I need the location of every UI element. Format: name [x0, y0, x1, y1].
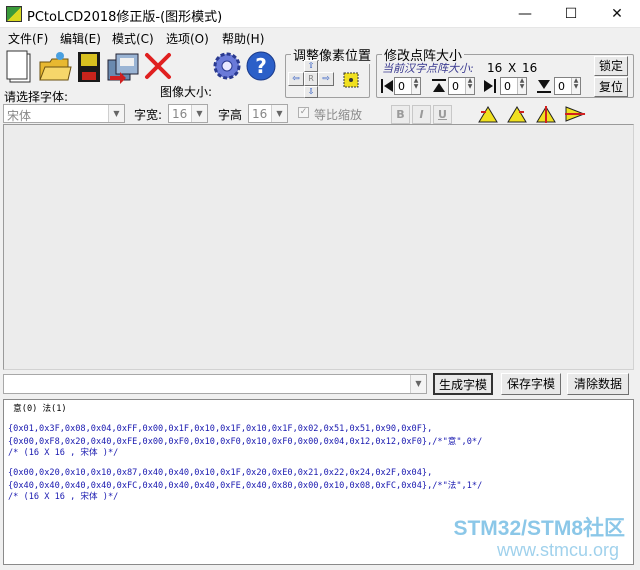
output-line: {0x00,0x20,0x10,0x10,0x87,0x40,0x40,0x10… — [8, 468, 433, 478]
menu-file[interactable]: 文件(F) — [8, 30, 48, 47]
matrix-size-width: 16 — [487, 61, 503, 75]
shrink-right-icon[interactable] — [483, 78, 497, 94]
char-width-label: 字宽: — [134, 108, 163, 122]
spin-bottom-arrows[interactable]: ▲ ▼ — [571, 78, 580, 94]
menu-mode[interactable]: 模式(C) — [112, 30, 154, 47]
output-textarea[interactable]: 意(0) 法(1) {0x01,0x3F,0x08,0x04,0xFF,0x00… — [3, 399, 634, 565]
shrink-left-icon[interactable] — [380, 78, 394, 94]
menu-edit[interactable]: 编辑(E) — [60, 30, 101, 47]
move-left-button[interactable]: ⇦ — [288, 72, 304, 86]
delete-x-icon[interactable] — [144, 52, 174, 84]
maximize-button[interactable]: ☐ — [548, 0, 594, 28]
spin-top-value: 0 — [452, 80, 459, 93]
flip-vertical-icon[interactable] — [564, 104, 586, 124]
direction-pad: ⇧ ⇦ R ⇨ ⇩ — [288, 60, 334, 98]
chevron-down-icon[interactable]: ▼ — [191, 105, 207, 122]
bold-button[interactable]: B — [391, 105, 410, 124]
clear-data-button[interactable]: 清除数据 — [567, 373, 629, 395]
save-as-icon[interactable] — [106, 50, 139, 84]
char-height-label: 字高 — [218, 108, 243, 122]
output-line: 意(0) 法(1) — [8, 404, 67, 414]
spin-top-arrows[interactable]: ▲ ▼ — [465, 78, 474, 94]
output-line: /* (16 X 16 , 宋体 )*/ — [8, 448, 119, 458]
rotate-left-icon[interactable] — [477, 104, 499, 124]
matrix-size-height: 16 — [522, 61, 538, 75]
flip-horizontal-icon[interactable] — [535, 104, 557, 124]
move-right-button[interactable]: ⇨ — [318, 72, 334, 86]
current-size-label: 当前汉字点阵大小: — [382, 62, 474, 75]
image-size-label: 图像大小: — [160, 85, 213, 99]
spin-top[interactable]: 0 ▲ ▼ — [448, 77, 475, 95]
char-width-value: 16 — [172, 107, 188, 121]
spin-left[interactable]: 0 ▲ ▼ — [394, 77, 421, 95]
svg-text:?: ? — [255, 54, 267, 78]
move-up-button[interactable]: ⇧ — [304, 60, 318, 72]
output-line: {0x01,0x3F,0x08,0x04,0xFF,0x00,0x1F,0x10… — [8, 424, 433, 434]
text-input-combo[interactable]: ▼ — [3, 374, 427, 394]
spin-bottom[interactable]: 0 ▲ ▼ — [554, 77, 581, 95]
help-question-icon[interactable]: ? — [245, 50, 276, 82]
chevron-down-icon[interactable]: ▼ — [108, 105, 124, 122]
menu-options[interactable]: 选项(O) — [166, 30, 209, 47]
minimize-button[interactable]: — — [502, 0, 548, 28]
center-r-button[interactable]: R — [304, 72, 318, 86]
select-region-icon[interactable] — [340, 70, 362, 90]
watermark-brand: STM32/STM8社区 — [453, 517, 625, 540]
select-font-label: 请选择字体: — [4, 90, 69, 104]
proportional-scale-label: 等比缩放 — [314, 108, 363, 122]
shrink-top-icon[interactable] — [431, 78, 447, 94]
gear-settings-icon[interactable] — [211, 50, 241, 82]
lock-button[interactable]: 锁定 — [594, 56, 628, 76]
spin-right-arrows[interactable]: ▲ ▼ — [517, 78, 526, 94]
font-combo[interactable]: 宋体 ▼ — [3, 104, 125, 123]
reset-button[interactable]: 复位 — [594, 77, 628, 97]
italic-button[interactable]: I — [412, 105, 431, 124]
open-folder-icon[interactable] — [38, 50, 72, 82]
save-disk-icon[interactable] — [76, 50, 106, 82]
spin-left-value: 0 — [398, 80, 405, 93]
spin-right-value: 0 — [504, 80, 511, 93]
char-height-combo[interactable]: 16 ▼ — [248, 104, 288, 123]
close-button[interactable]: ✕ — [594, 0, 640, 28]
chevron-down-icon[interactable]: ▼ — [271, 105, 287, 122]
font-combo-value: 宋体 — [7, 109, 32, 123]
output-line: /* (16 X 16 , 宋体 )*/ — [8, 492, 119, 502]
char-height-value: 16 — [252, 107, 268, 121]
shrink-bottom-icon[interactable] — [536, 78, 552, 94]
window-title: PCtoLCD2018修正版-(图形模式) — [27, 10, 223, 25]
spin-left-arrows[interactable]: ▲ ▼ — [411, 78, 420, 94]
spin-right[interactable]: 0 ▲ ▼ — [500, 77, 527, 95]
spin-bottom-value: 0 — [558, 80, 565, 93]
generate-font-button[interactable]: 生成字模 — [433, 373, 493, 395]
matrix-size-x: X — [508, 61, 517, 75]
underline-button[interactable]: U — [433, 105, 452, 124]
watermark-url: www.stmcu.org — [496, 540, 619, 560]
char-width-combo[interactable]: 16 ▼ — [168, 104, 208, 123]
move-down-button[interactable]: ⇩ — [304, 86, 318, 98]
chevron-down-icon[interactable]: ▼ — [410, 375, 426, 393]
app-icon — [6, 6, 22, 22]
new-file-icon[interactable] — [4, 50, 34, 83]
menu-help[interactable]: 帮助(H) — [222, 30, 264, 47]
proportional-scale-checkbox[interactable]: ✓ — [298, 107, 309, 118]
drawing-canvas[interactable] — [3, 124, 634, 370]
rotate-right-icon[interactable] — [506, 104, 528, 124]
save-font-button[interactable]: 保存字模 — [501, 373, 561, 395]
